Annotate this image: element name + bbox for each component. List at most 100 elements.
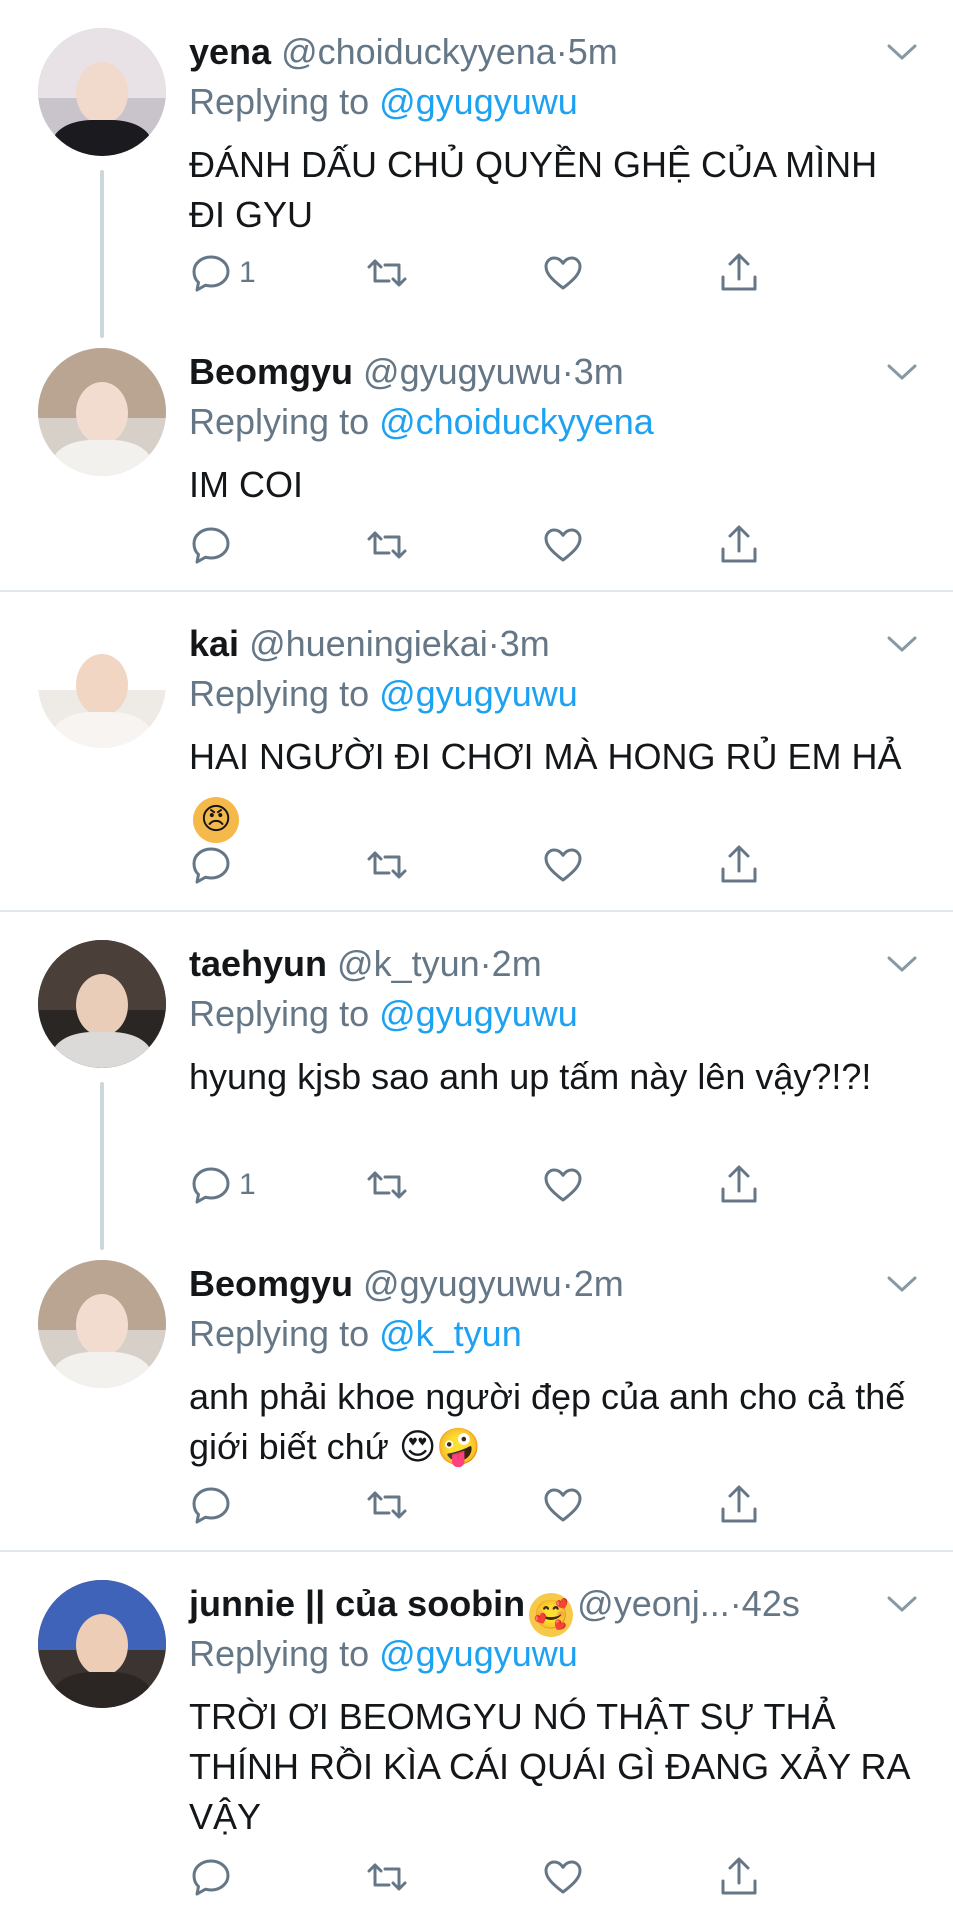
tweet-header: yena @choiduckyyena·5m — [189, 28, 913, 76]
replying-label: Replying to — [189, 993, 380, 1034]
timestamp[interactable]: 5m — [568, 31, 618, 72]
mention-link[interactable]: @k_tyun — [379, 1313, 522, 1354]
reply-icon — [192, 527, 230, 564]
share-button[interactable] — [717, 248, 761, 298]
avatar[interactable] — [38, 620, 166, 748]
tweet-header: Beomgyu @gyugyuwu·3m — [189, 348, 913, 396]
display-name[interactable]: taehyun — [189, 943, 327, 984]
user-handle[interactable]: @gyugyuwu — [363, 351, 562, 392]
like-button[interactable] — [541, 1480, 585, 1530]
retweet-button[interactable] — [365, 1480, 409, 1530]
retweet-button[interactable] — [365, 1160, 409, 1210]
user-handle[interactable]: @k_tyun — [337, 943, 480, 984]
retweet-icon — [367, 1171, 407, 1199]
display-name[interactable]: kai — [189, 623, 239, 664]
user-handle[interactable]: @yeonj... — [577, 1583, 730, 1624]
retweet-button[interactable] — [365, 248, 409, 298]
like-button[interactable] — [541, 840, 585, 890]
heart-icon — [544, 1168, 582, 1202]
chevron-down-icon[interactable] — [887, 634, 917, 654]
reply-button[interactable] — [189, 520, 239, 570]
avatar[interactable] — [38, 348, 166, 476]
heart-icon — [544, 1860, 582, 1894]
share-icon — [721, 1857, 757, 1895]
share-button[interactable] — [717, 1480, 761, 1530]
mention-link[interactable]: @gyugyuwu — [379, 81, 578, 122]
angry-face-emoji: 😠 — [193, 797, 239, 843]
chevron-down-icon[interactable] — [887, 42, 917, 62]
replying-label: Replying to — [189, 81, 380, 122]
reply-button[interactable]: 1 — [189, 248, 256, 298]
retweet-button[interactable] — [365, 520, 409, 570]
mention-link[interactable]: @choiduckyyena — [379, 401, 654, 442]
heart-icon — [544, 528, 582, 562]
replying-to: Replying to @k_tyun — [189, 1310, 913, 1358]
share-button[interactable] — [717, 520, 761, 570]
display-name[interactable]: Beomgyu — [189, 351, 353, 392]
share-icon — [721, 845, 757, 883]
tweet-header: junnie || của soobin 🥰 @yeonj...·42s — [189, 1580, 913, 1637]
like-button[interactable] — [541, 1852, 585, 1902]
share-button[interactable] — [717, 1852, 761, 1902]
reply-count: 1 — [239, 1168, 256, 1201]
retweet-icon — [367, 531, 407, 559]
avatar[interactable] — [38, 940, 166, 1068]
divider — [0, 910, 953, 912]
tweet-feed: yena @choiduckyyena·5m Replying to @gyug… — [0, 0, 953, 1920]
retweet-button[interactable] — [365, 840, 409, 890]
reply-button[interactable]: 1 — [189, 1160, 256, 1210]
chevron-down-icon[interactable] — [887, 1594, 917, 1614]
timestamp[interactable]: 2m — [492, 943, 542, 984]
retweet-icon — [367, 1491, 407, 1519]
user-handle[interactable]: @hueningiekai — [249, 623, 488, 664]
separator-dot: · — [479, 943, 492, 984]
reply-button[interactable] — [189, 840, 239, 890]
tweet-actions — [189, 1852, 789, 1902]
replying-to: Replying to @gyugyuwu — [189, 990, 913, 1038]
like-button[interactable] — [541, 1160, 585, 1210]
tweet-text: anh phải khoe người đẹp của anh cho cả t… — [189, 1372, 913, 1472]
avatar[interactable] — [38, 1580, 166, 1708]
timestamp[interactable]: 2m — [574, 1263, 624, 1304]
replying-label: Replying to — [189, 1633, 380, 1674]
user-handle[interactable]: @gyugyuwu — [363, 1263, 562, 1304]
display-name[interactable]: junnie || của soobin — [189, 1583, 525, 1624]
chevron-down-icon[interactable] — [887, 1274, 917, 1294]
avatar[interactable] — [38, 1260, 166, 1388]
mention-link[interactable]: @gyugyuwu — [379, 1633, 578, 1674]
timestamp[interactable]: 42s — [742, 1583, 800, 1624]
share-button[interactable] — [717, 840, 761, 890]
avatar[interactable] — [38, 28, 166, 156]
tweet-actions: 1 — [189, 248, 789, 298]
display-name[interactable]: yena — [189, 31, 271, 72]
replying-to: Replying to @gyugyuwu — [189, 670, 913, 718]
tweet-text-body: anh phải khoe người đẹp của anh cho cả t… — [189, 1376, 906, 1467]
tweet-text: HAI NGƯỜI ĐI CHƠI MÀ HONG RỦ EM HẢ 😠 — [189, 732, 913, 843]
replying-to: Replying to @choiduckyyena — [189, 398, 913, 446]
like-button[interactable] — [541, 520, 585, 570]
tweet-actions — [189, 840, 789, 890]
replying-label: Replying to — [189, 1313, 380, 1354]
chevron-down-icon[interactable] — [887, 362, 917, 382]
chevron-down-icon[interactable] — [887, 954, 917, 974]
mention-link[interactable]: @gyugyuwu — [379, 673, 578, 714]
share-button[interactable] — [717, 1160, 761, 1210]
heart-icon — [544, 256, 582, 290]
retweet-icon — [367, 259, 407, 287]
like-button[interactable] — [541, 248, 585, 298]
reply-button[interactable] — [189, 1852, 239, 1902]
user-handle[interactable]: @choiduckyyena — [281, 31, 556, 72]
retweet-button[interactable] — [365, 1852, 409, 1902]
display-name[interactable]: Beomgyu — [189, 1263, 353, 1304]
replying-to: Replying to @gyugyuwu — [189, 78, 913, 126]
tweet-text: ĐÁNH DẤU CHỦ QUYỀN GHỆ CỦA MÌNH ĐI GYU — [189, 144, 878, 235]
mention-link[interactable]: @gyugyuwu — [379, 993, 578, 1034]
timestamp[interactable]: 3m — [574, 351, 624, 392]
reply-count: 1 — [239, 256, 256, 289]
reply-icon — [192, 847, 230, 884]
tweet-text: IM COI — [189, 464, 303, 505]
retweet-icon — [367, 851, 407, 879]
timestamp[interactable]: 3m — [500, 623, 550, 664]
replying-label: Replying to — [189, 673, 380, 714]
reply-button[interactable] — [189, 1480, 239, 1530]
